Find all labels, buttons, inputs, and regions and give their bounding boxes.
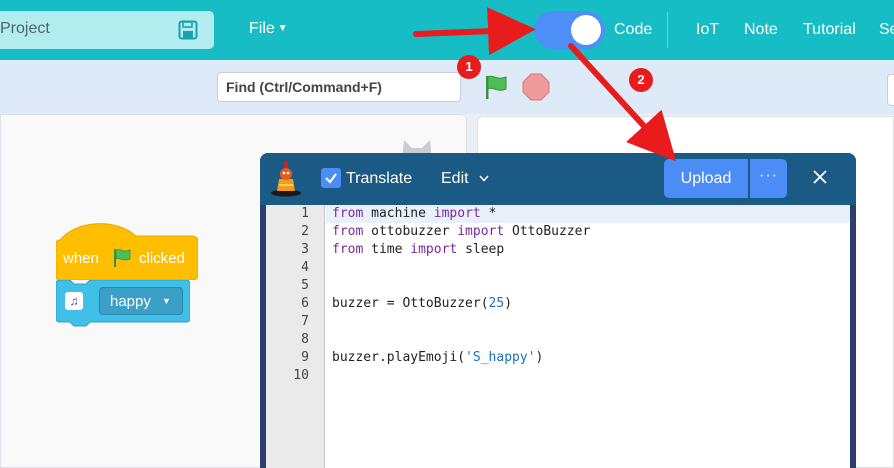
nav-item-iot[interactable]: IoT [696, 21, 719, 39]
green-flag-icon[interactable] [483, 74, 509, 100]
close-icon[interactable] [809, 166, 831, 188]
line-number: 8 [301, 332, 309, 347]
line-number: 2 [301, 224, 309, 239]
code-line: from time import sleep [332, 242, 505, 257]
stop-icon[interactable] [522, 73, 550, 101]
checkmark-icon [325, 173, 337, 184]
when-flag-clicked-block[interactable]: when clicked [56, 222, 198, 280]
code-mode-toggle[interactable] [534, 11, 605, 49]
nav-item-settings[interactable]: Se [879, 21, 894, 39]
play-emoji-block[interactable]: ♫ happy ▼ [56, 280, 190, 330]
line-number: 4 [301, 260, 309, 275]
code-line: buzzer = OttoBuzzer(25) [332, 296, 513, 311]
block-text-clicked: clicked [139, 250, 185, 267]
code-dialog: Translate Edit Upload ··· 1 2 3 4 5 6 7 … [260, 153, 856, 468]
line-number: 3 [301, 242, 309, 257]
block-text-when: when [63, 250, 99, 267]
file-menu-label: File [249, 20, 275, 37]
translate-label: Translate [346, 170, 413, 187]
line-number: 10 [293, 368, 309, 383]
emoji-dropdown-value: happy [110, 293, 151, 310]
toolbar-right-box[interactable] [887, 74, 894, 106]
caret-down-icon: ▼ [162, 296, 171, 306]
dialog-header: Translate Edit Upload ··· [260, 153, 856, 205]
caret-down-icon: ▼ [277, 23, 288, 34]
annotation-marker-1: 1 [457, 55, 481, 79]
nav-divider [667, 12, 668, 48]
green-flag-icon [114, 249, 131, 267]
line-number: 6 [301, 296, 309, 311]
file-menu[interactable]: File ▼ [249, 20, 288, 38]
save-icon[interactable] [178, 20, 198, 40]
chevron-down-icon [479, 175, 489, 182]
code-editor[interactable]: 1 2 3 4 5 6 7 8 9 10 from machine import… [266, 205, 850, 468]
line-number: 5 [301, 278, 309, 293]
code-line: from ottobuzzer import OttoBuzzer [332, 224, 591, 239]
otto-robot-logo [271, 162, 301, 197]
line-number: 9 [301, 350, 309, 365]
project-name-label: Project [0, 20, 50, 37]
more-options-button[interactable]: ··· [750, 159, 787, 198]
toggle-knob [571, 15, 601, 45]
line-number: 1 [301, 206, 309, 221]
nav-item-tutorial[interactable]: Tutorial [803, 21, 856, 39]
code-line: from machine import * [332, 206, 497, 221]
top-bar: Project File▼ Code IoT Note Tutorial Se [0, 0, 894, 60]
line-number-gutter: 1 2 3 4 5 6 7 8 9 10 [266, 205, 325, 468]
translate-checkbox[interactable] [321, 168, 341, 188]
buzzer-icon: ♫ [65, 292, 83, 310]
edit-menu-label: Edit [441, 170, 469, 187]
upload-button[interactable]: Upload [664, 159, 748, 198]
edit-menu[interactable]: Edit [441, 170, 489, 188]
line-number: 7 [301, 314, 309, 329]
find-input[interactable] [217, 72, 461, 102]
project-name-field[interactable]: Project [0, 11, 214, 49]
secondary-toolbar [0, 60, 894, 114]
emoji-dropdown[interactable]: happy ▼ [99, 287, 183, 315]
code-mode-label: Code [614, 21, 653, 38]
annotation-marker-2: 2 [629, 68, 653, 92]
nav-item-note[interactable]: Note [744, 21, 778, 39]
code-line: buzzer.playEmoji('S_happy') [332, 350, 544, 365]
